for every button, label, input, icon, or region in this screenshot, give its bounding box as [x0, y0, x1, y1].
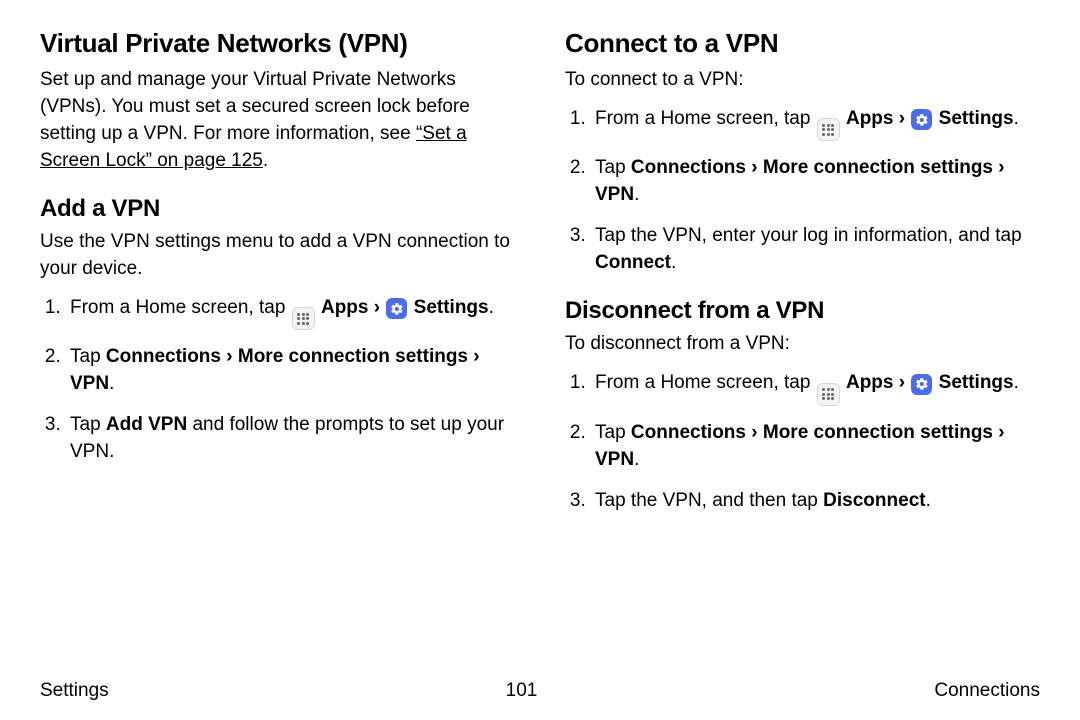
chevron-right-icon: ›	[899, 108, 905, 129]
left-column: Virtual Private Networks (VPN) Set up an…	[40, 28, 515, 674]
add-vpn-bold: Add VPN	[106, 414, 187, 435]
add-vpn-intro: Use the VPN settings menu to add a VPN c…	[40, 229, 515, 283]
step-post: .	[671, 252, 676, 273]
step-text: From a Home screen, tap	[595, 108, 816, 129]
manual-page: Virtual Private Networks (VPN) Set up an…	[0, 0, 1080, 720]
nav-path: Connections › More connection settings ›…	[70, 346, 480, 394]
step-text: Tap	[70, 414, 106, 435]
apps-icon	[292, 307, 315, 330]
heading-vpn: Virtual Private Networks (VPN)	[40, 28, 515, 59]
settings-label: Settings	[939, 372, 1014, 393]
step-text: Tap	[595, 157, 631, 178]
disconnect-bold: Disconnect	[823, 490, 925, 511]
connect-vpn-step-2: Tap Connections › More connection settin…	[591, 155, 1040, 209]
step-text: From a Home screen, tap	[70, 297, 291, 318]
apps-icon	[817, 383, 840, 406]
vpn-intro-post: .	[263, 150, 268, 171]
connect-vpn-step-1: From a Home screen, tap Apps › Settings.	[591, 106, 1040, 142]
add-vpn-step-1: From a Home screen, tap Apps › Settings.	[66, 295, 515, 331]
vpn-intro-text: Set up and manage your Virtual Private N…	[40, 69, 470, 144]
step-text: Tap	[70, 346, 106, 367]
footer-right: Connections	[934, 680, 1040, 702]
settings-label: Settings	[414, 297, 489, 318]
settings-icon	[911, 109, 932, 130]
settings-label: Settings	[939, 108, 1014, 129]
connect-vpn-step-3: Tap the VPN, enter your log in informati…	[591, 223, 1040, 277]
add-vpn-step-2: Tap Connections › More connection settin…	[66, 344, 515, 398]
settings-icon	[386, 298, 407, 319]
disconnect-vpn-step-1: From a Home screen, tap Apps › Settings.	[591, 370, 1040, 406]
right-column: Connect to a VPN To connect to a VPN: Fr…	[565, 28, 1040, 674]
heading-connect-vpn: Connect to a VPN	[565, 28, 1040, 59]
connect-bold: Connect	[595, 252, 671, 273]
step-post: .	[634, 184, 639, 205]
apps-label: Apps	[321, 297, 369, 318]
connect-vpn-steps: From a Home screen, tap Apps › Settings.…	[565, 106, 1040, 277]
footer-left: Settings	[40, 680, 109, 702]
step-text: Tap the VPN, and then tap	[595, 490, 823, 511]
connect-vpn-intro: To connect to a VPN:	[565, 67, 1040, 94]
disconnect-vpn-step-3: Tap the VPN, and then tap Disconnect.	[591, 488, 1040, 515]
add-vpn-steps: From a Home screen, tap Apps › Settings.…	[40, 295, 515, 466]
footer-page-number: 101	[506, 680, 538, 702]
heading-add-vpn: Add a VPN	[40, 195, 515, 223]
disconnect-vpn-step-2: Tap Connections › More connection settin…	[591, 420, 1040, 474]
apps-icon	[817, 118, 840, 141]
chevron-right-icon: ›	[899, 372, 905, 393]
disconnect-vpn-steps: From a Home screen, tap Apps › Settings.…	[565, 370, 1040, 514]
apps-label: Apps	[846, 108, 894, 129]
step-post: .	[109, 373, 114, 394]
nav-path: Connections › More connection settings ›…	[595, 157, 1005, 205]
apps-label: Apps	[846, 372, 894, 393]
add-vpn-step-3: Tap Add VPN and follow the prompts to se…	[66, 412, 515, 466]
step-text: From a Home screen, tap	[595, 372, 816, 393]
chevron-right-icon: ›	[374, 297, 380, 318]
vpn-intro-paragraph: Set up and manage your Virtual Private N…	[40, 67, 515, 175]
two-column-layout: Virtual Private Networks (VPN) Set up an…	[40, 28, 1040, 674]
page-footer: Settings 101 Connections	[40, 674, 1040, 720]
disconnect-vpn-intro: To disconnect from a VPN:	[565, 331, 1040, 358]
heading-disconnect-vpn: Disconnect from a VPN	[565, 297, 1040, 325]
step-text: Tap	[595, 422, 631, 443]
step-post: .	[926, 490, 931, 511]
step-text: Tap the VPN, enter your log in informati…	[595, 225, 1022, 246]
settings-icon	[911, 374, 932, 395]
nav-path: Connections › More connection settings ›…	[595, 422, 1005, 470]
step-post: .	[634, 449, 639, 470]
